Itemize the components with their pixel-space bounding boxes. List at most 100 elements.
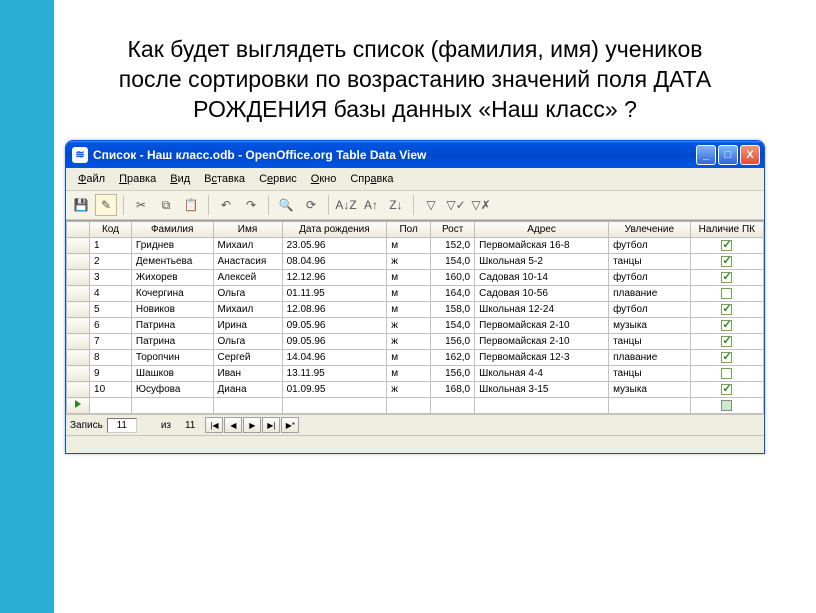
- cell-pc[interactable]: [690, 254, 763, 270]
- cell-fam[interactable]: Торопчин: [131, 350, 213, 366]
- new-record-row[interactable]: [67, 398, 764, 414]
- table-row[interactable]: 9ШашковИван13.11.95м156,0Школьная 4-4тан…: [67, 366, 764, 382]
- cell-height[interactable]: 164,0: [431, 286, 475, 302]
- checkbox-icon[interactable]: [721, 272, 732, 283]
- nav-last-button[interactable]: ▶|: [262, 417, 280, 433]
- cell-pc[interactable]: [690, 270, 763, 286]
- cell-fam[interactable]: Новиков: [131, 302, 213, 318]
- cell-dob[interactable]: 09.05.96: [282, 318, 387, 334]
- nav-new-button[interactable]: ▶*: [281, 417, 299, 433]
- menu-window[interactable]: Окно: [305, 171, 343, 187]
- cell-fam[interactable]: Дементьева: [131, 254, 213, 270]
- save-icon[interactable]: 💾: [70, 194, 92, 216]
- cell-id[interactable]: 6: [90, 318, 132, 334]
- cell-hobby[interactable]: музыка: [609, 318, 691, 334]
- cell-hobby[interactable]: плавание: [609, 286, 691, 302]
- row-selector[interactable]: [67, 366, 90, 382]
- cell-hobby[interactable]: футбол: [609, 238, 691, 254]
- table-row[interactable]: 8ТоропчинСергей14.04.96м162,0Первомайска…: [67, 350, 764, 366]
- table-row[interactable]: 1ГридневМихаил23.05.96м152,0Первомайская…: [67, 238, 764, 254]
- minimize-button[interactable]: _: [696, 145, 716, 165]
- cell-dob[interactable]: 23.05.96: [282, 238, 387, 254]
- find-icon[interactable]: 🔍: [275, 194, 297, 216]
- sort-asc-icon[interactable]: A↑: [360, 194, 382, 216]
- data-grid[interactable]: Код Фамилия Имя Дата рождения Пол Рост А…: [66, 220, 764, 414]
- row-selector[interactable]: [67, 254, 90, 270]
- col-name[interactable]: Имя: [213, 222, 282, 238]
- table-row[interactable]: 2ДементьеваАнастасия08.04.96ж154,0Школьн…: [67, 254, 764, 270]
- cell-hobby[interactable]: танцы: [609, 254, 691, 270]
- col-sex[interactable]: Пол: [387, 222, 431, 238]
- cell-dob[interactable]: 09.05.96: [282, 334, 387, 350]
- checkbox-icon[interactable]: [721, 352, 732, 363]
- cell-sex[interactable]: ж: [387, 382, 431, 398]
- cell-name[interactable]: Михаил: [213, 238, 282, 254]
- cell-id[interactable]: 10: [90, 382, 132, 398]
- cell-hobby[interactable]: музыка: [609, 382, 691, 398]
- cell-name[interactable]: Диана: [213, 382, 282, 398]
- cell-fam[interactable]: Патрина: [131, 318, 213, 334]
- cell-dob[interactable]: 01.09.95: [282, 382, 387, 398]
- nav-first-button[interactable]: |◀: [205, 417, 223, 433]
- checkbox-icon[interactable]: [721, 240, 732, 251]
- cell-pc[interactable]: [690, 366, 763, 382]
- redo-icon[interactable]: ↷: [240, 194, 262, 216]
- table-row[interactable]: 6ПатринаИрина09.05.96ж154,0Первомайская …: [67, 318, 764, 334]
- checkbox-icon[interactable]: [721, 304, 732, 315]
- menu-insert[interactable]: Вставка: [198, 171, 251, 187]
- row-selector[interactable]: [67, 350, 90, 366]
- table-row[interactable]: 3ЖихоревАлексей12.12.96м160,0Садовая 10-…: [67, 270, 764, 286]
- cell-fam[interactable]: Гриднев: [131, 238, 213, 254]
- nav-next-button[interactable]: ▶: [243, 417, 261, 433]
- col-fam[interactable]: Фамилия: [131, 222, 213, 238]
- cell-height[interactable]: 158,0: [431, 302, 475, 318]
- cell-hobby[interactable]: футбол: [609, 270, 691, 286]
- cell-hobby[interactable]: танцы: [609, 334, 691, 350]
- checkbox-icon[interactable]: [721, 400, 732, 411]
- cell-height[interactable]: 162,0: [431, 350, 475, 366]
- remove-filter-icon[interactable]: ▽✗: [470, 194, 492, 216]
- row-selector[interactable]: [67, 382, 90, 398]
- row-selector[interactable]: [67, 318, 90, 334]
- cell-sex[interactable]: м: [387, 366, 431, 382]
- cell-dob[interactable]: 13.11.95: [282, 366, 387, 382]
- cell-dob[interactable]: 14.04.96: [282, 350, 387, 366]
- cell-height[interactable]: 152,0: [431, 238, 475, 254]
- row-selector[interactable]: [67, 238, 90, 254]
- checkbox-icon[interactable]: [721, 320, 732, 331]
- cell-name[interactable]: Ольга: [213, 334, 282, 350]
- cell-height[interactable]: 156,0: [431, 366, 475, 382]
- menu-edit[interactable]: Правка: [113, 171, 162, 187]
- checkbox-icon[interactable]: [721, 288, 732, 299]
- cell-height[interactable]: 154,0: [431, 254, 475, 270]
- refresh-icon[interactable]: ⟳: [300, 194, 322, 216]
- cell-pc[interactable]: [690, 382, 763, 398]
- cell-hobby[interactable]: плавание: [609, 350, 691, 366]
- nav-prev-button[interactable]: ◀: [224, 417, 242, 433]
- col-id[interactable]: Код: [90, 222, 132, 238]
- checkbox-icon[interactable]: [721, 336, 732, 347]
- edit-icon[interactable]: ✎: [95, 194, 117, 216]
- cell-sex[interactable]: ж: [387, 334, 431, 350]
- cell-id[interactable]: 1: [90, 238, 132, 254]
- table-row[interactable]: 5НовиковМихаил12.08.96м158,0Школьная 12-…: [67, 302, 764, 318]
- cell-id[interactable]: 3: [90, 270, 132, 286]
- cell-addr[interactable]: Школьная 12-24: [475, 302, 609, 318]
- row-selector[interactable]: [67, 302, 90, 318]
- cell-sex[interactable]: ж: [387, 254, 431, 270]
- cell-dob[interactable]: 01.11.95: [282, 286, 387, 302]
- col-hobby[interactable]: Увлечение: [609, 222, 691, 238]
- copy-icon[interactable]: ⧉: [155, 194, 177, 216]
- cell-sex[interactable]: м: [387, 350, 431, 366]
- cell-addr[interactable]: Первомайская 16-8: [475, 238, 609, 254]
- table-row[interactable]: 4КочергинаОльга01.11.95м164,0Садовая 10-…: [67, 286, 764, 302]
- cell-addr[interactable]: Первомайская 2-10: [475, 318, 609, 334]
- cell-pc[interactable]: [690, 318, 763, 334]
- cell-sex[interactable]: м: [387, 270, 431, 286]
- table-row[interactable]: 10ЮсуфоваДиана01.09.95ж168,0Школьная 3-1…: [67, 382, 764, 398]
- cell-name[interactable]: Иван: [213, 366, 282, 382]
- cell-height[interactable]: 156,0: [431, 334, 475, 350]
- cell-addr[interactable]: Первомайская 12-3: [475, 350, 609, 366]
- cell-name[interactable]: Ирина: [213, 318, 282, 334]
- maximize-button[interactable]: □: [718, 145, 738, 165]
